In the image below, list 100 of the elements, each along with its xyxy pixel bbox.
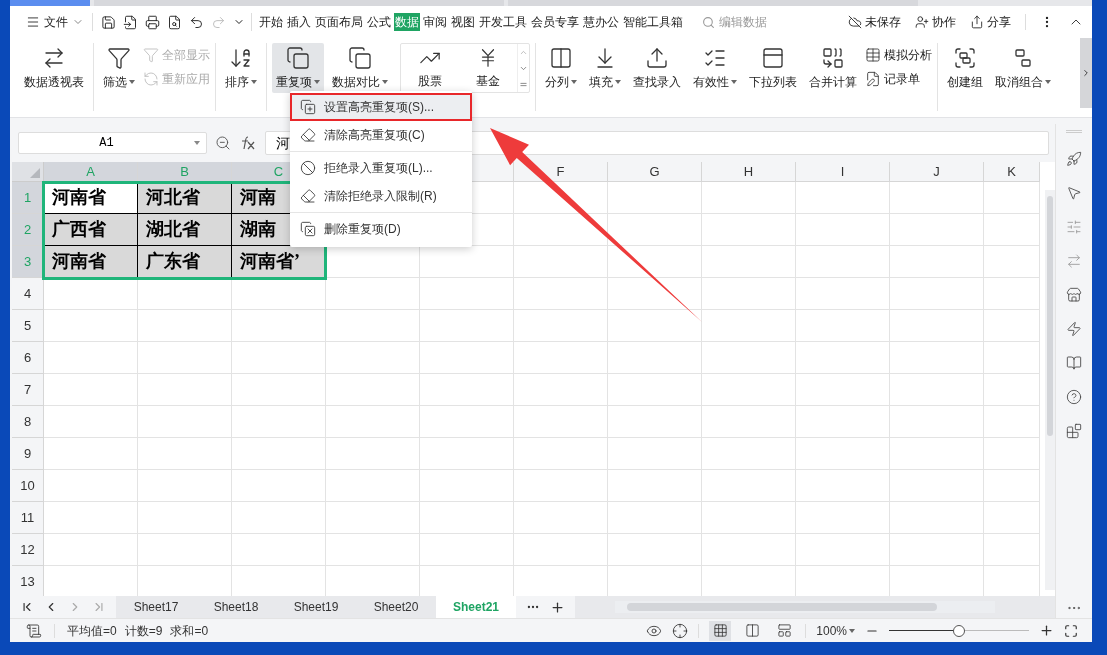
ribbon-tab[interactable]: 开发工具: [478, 13, 528, 31]
ribbon-button[interactable]: 排序: [221, 43, 261, 93]
crosshair-icon[interactable]: [672, 622, 689, 639]
toolbar-button[interactable]: 协作: [915, 13, 956, 31]
first-sheet-icon[interactable]: [20, 600, 34, 614]
table-cell: 广东省: [138, 246, 232, 278]
ribbon-tab[interactable]: 智能工具箱: [622, 13, 684, 31]
fullscreen-icon[interactable]: [1064, 623, 1078, 638]
ribbon-button[interactable]: 创建组: [943, 43, 987, 93]
zoom-icon[interactable]: [215, 135, 231, 151]
ribbon-button[interactable]: 查找录入: [629, 43, 685, 93]
block-icon: [300, 160, 316, 176]
column-header[interactable]: H: [702, 162, 796, 182]
row-header[interactable]: 4: [12, 278, 44, 310]
row-header[interactable]: 12: [12, 534, 44, 566]
ribbon-button[interactable]: 筛选: [99, 43, 139, 93]
zoom-in-icon[interactable]: [1039, 623, 1054, 638]
save-icon[interactable]: [101, 14, 116, 30]
lightning-icon[interactable]: [1066, 321, 1082, 337]
book-icon[interactable]: [1066, 355, 1082, 371]
pointer-icon[interactable]: [1066, 185, 1082, 201]
sliders-icon[interactable]: [1066, 219, 1082, 235]
table-cell: [984, 214, 1040, 246]
ribbon-tab[interactable]: 会员专享: [530, 13, 580, 31]
column-header[interactable]: I: [796, 162, 890, 182]
caret-icon: [382, 80, 388, 84]
ribbon-tab[interactable]: 审阅: [422, 13, 448, 31]
row-header[interactable]: 11: [12, 502, 44, 534]
view-mode-button[interactable]: [709, 620, 732, 641]
row-header[interactable]: 13: [12, 566, 44, 596]
eraser-icon: [300, 188, 316, 204]
ribbon-button[interactable]: 取消组合: [991, 43, 1055, 93]
undo-icon[interactable]: [189, 14, 204, 30]
slider-thumb[interactable]: [953, 624, 965, 637]
table-cell: [984, 406, 1040, 438]
ribbon-tab[interactable]: 插入: [286, 13, 312, 31]
printer-icon[interactable]: [145, 14, 160, 30]
ribbon-tab[interactable]: 公式: [366, 13, 392, 31]
export-icon[interactable]: [123, 14, 138, 30]
add-sheet-icon[interactable]: [550, 599, 565, 615]
row-header[interactable]: 8: [12, 406, 44, 438]
zoom-dropdown[interactable]: 100%: [816, 621, 855, 640]
preview-icon[interactable]: [167, 14, 182, 30]
table-cell: [984, 278, 1040, 310]
caret-icon: [615, 80, 621, 84]
ribbon-tab[interactable]: 开始: [258, 13, 284, 31]
toolbar-button[interactable]: 未保存: [848, 13, 901, 31]
eraser-icon: [300, 127, 316, 143]
blocks-icon[interactable]: [1066, 423, 1082, 439]
menu-item[interactable]: 删除重复项(D): [290, 215, 472, 243]
caret-icon: [129, 80, 135, 84]
ribbon-button[interactable]: 模拟分析: [865, 46, 932, 64]
row-header[interactable]: 6: [12, 342, 44, 374]
cloud-icon: [848, 15, 862, 29]
gallery-item[interactable]: 基金: [459, 44, 517, 92]
list-icon: [761, 46, 785, 70]
ribbon-button[interactable]: 下拉列表: [745, 43, 801, 93]
vertical-scrollbar[interactable]: [1045, 190, 1055, 590]
menu-item[interactable]: 设置高亮重复项(S)...: [290, 93, 472, 121]
row-header[interactable]: 9: [12, 438, 44, 470]
macro-icon[interactable]: [26, 622, 42, 639]
ribbon-button[interactable]: 数据透视表: [20, 43, 88, 93]
ribbon-tab[interactable]: 页面布局: [314, 13, 364, 31]
add-user-icon: [915, 15, 929, 29]
zoom-slider[interactable]: [889, 624, 1029, 637]
ribbon-button[interactable]: 填充: [585, 43, 625, 93]
row-header[interactable]: 7: [12, 374, 44, 406]
sheet-tab[interactable]: Sheet17: [116, 596, 196, 618]
form-icon: [865, 71, 881, 87]
filter-icon: [143, 47, 159, 63]
caret-icon: [1045, 80, 1051, 84]
ribbon-tab[interactable]: 视图: [450, 13, 476, 31]
ribbon-button[interactable]: 数据对比: [328, 43, 392, 93]
sheet-tab[interactable]: Sheet18: [196, 596, 276, 618]
horizontal-scrollbar[interactable]: [615, 601, 995, 613]
column-header[interactable]: J: [890, 162, 984, 182]
ribbon-button[interactable]: 分列: [541, 43, 581, 93]
search-field[interactable]: 编辑数据: [719, 13, 789, 31]
status-text: 平均值=0: [67, 622, 117, 640]
gallery-item[interactable]: 股票: [401, 44, 459, 92]
ribbon-button[interactable]: 记录单: [865, 70, 932, 88]
rocket-icon[interactable]: [1066, 151, 1082, 167]
page-view-icon: [744, 623, 760, 638]
function-icon[interactable]: [239, 135, 257, 151]
store-icon[interactable]: [1066, 287, 1082, 303]
ribbon-button[interactable]: 合并计算: [805, 43, 861, 93]
row-header[interactable]: 10: [12, 470, 44, 502]
sheet-tab[interactable]: Sheet19: [276, 596, 356, 618]
name-box[interactable]: A1: [18, 132, 207, 154]
row-header[interactable]: 5: [12, 310, 44, 342]
ribbon-button[interactable]: 重复项: [272, 43, 324, 93]
toolbar-button[interactable]: 分享: [970, 13, 1011, 31]
file-menu[interactable]: 文件: [26, 13, 84, 31]
column-header[interactable]: G: [608, 162, 702, 182]
sheet-tab[interactable]: Sheet20: [356, 596, 436, 618]
table-cell: [984, 470, 1040, 502]
help-icon[interactable]: [1066, 389, 1082, 405]
ribbon-button[interactable]: 有效性: [689, 43, 741, 93]
column-header[interactable]: K: [984, 162, 1040, 182]
ribbon-tab[interactable]: 慧办公: [582, 13, 620, 31]
